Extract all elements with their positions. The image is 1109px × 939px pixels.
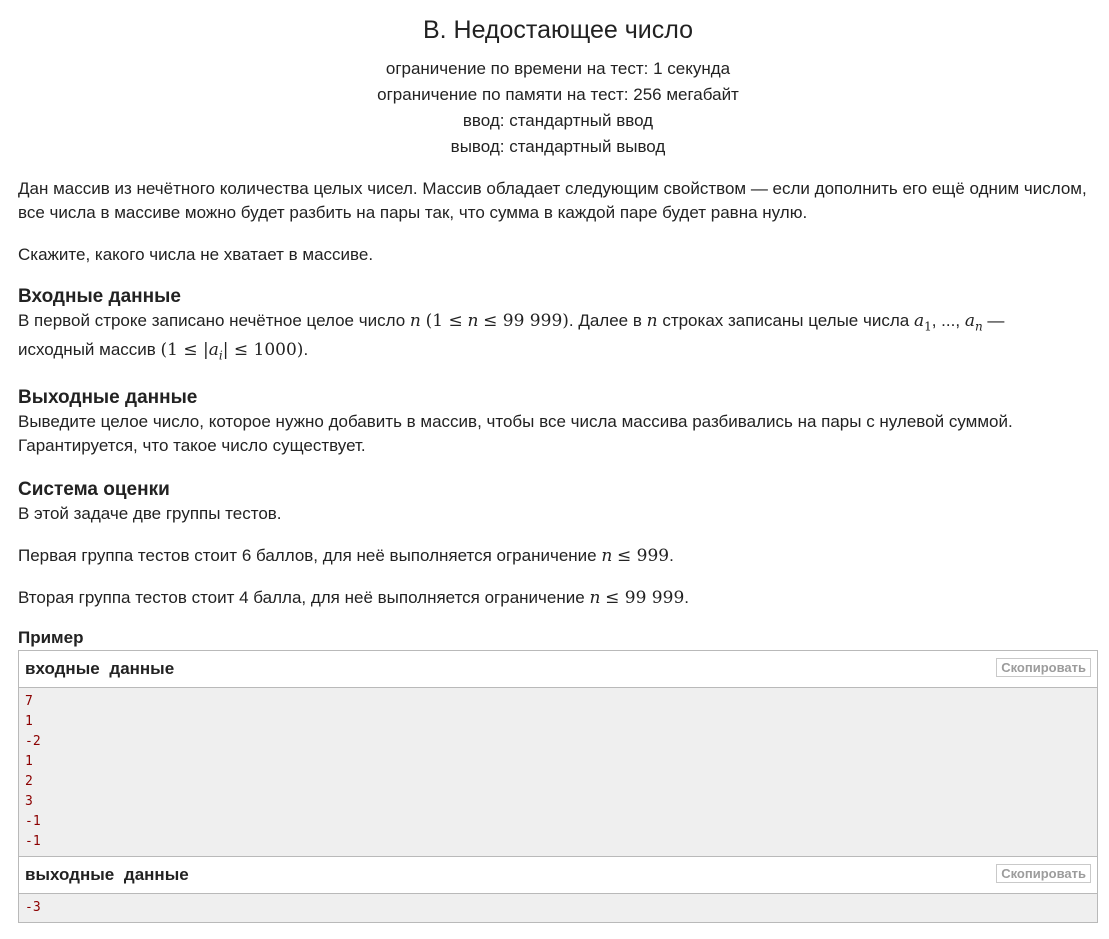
input-text-part: В первой строке записано нечётное целое … [18,311,406,330]
sample-input-label: входные данные [25,658,175,678]
sample-input-line: -1 [25,813,41,829]
input-text-part: . Далее в [568,311,642,330]
math-var: n [589,587,601,608]
math-var: n [601,545,613,566]
scoring-paragraph-1: В этой задаче две группы тестов. [18,503,282,523]
scoring-text: Первая группа тестов стоит 6 баллов, для… [18,545,597,565]
memory-limit: ограничение по памяти на тест: 256 мегаб… [377,85,739,104]
math-constraint: ≤ 99 999) [483,311,569,331]
sample-input-header: входные данные Скопировать [19,650,1097,688]
sample-output-line: -3 [25,899,41,915]
math-subscript: n [974,319,983,334]
scoring-text: . [669,545,674,565]
math-subscript: 1 [924,319,932,334]
sample-input-line: -2 [25,733,41,749]
scoring-section-title: Система оценки [18,478,170,500]
input-file: ввод: стандартный ввод [462,111,654,130]
input-text-part: исходный массив [18,340,156,360]
sample-input-line: 1 [25,753,33,769]
math-constraint: (1 ≤ [425,311,463,331]
example-title: Пример [18,627,84,647]
math-constraint: | ≤ 1000) [222,340,304,361]
input-section-title: Входные данные [18,286,181,307]
math-var: n [409,311,421,331]
sample-input-line: 2 [25,773,33,789]
sample-input-line: -1 [25,833,41,849]
input-text-part: — [982,311,1005,330]
sample-output-header: выходные данные Скопировать [19,855,1097,894]
input-text-part: . [303,340,309,360]
copy-output-button[interactable]: Скопировать [996,863,1091,883]
sample-output-label: выходные данные [25,864,189,884]
problem-header: B. Недостающее число ограничение по врем… [18,0,1098,160]
time-limit: ограничение по времени на тест: 1 секунд… [385,59,731,78]
sample-input-line: 7 [25,693,33,709]
scoring-text: Вторая группа тестов стоит 4 балла, для … [18,587,585,607]
copy-input-button[interactable]: Скопировать [996,657,1091,677]
math-var: a [913,311,925,331]
math-var: a [964,311,975,331]
sample-output-body[interactable]: -3 [19,893,1097,922]
input-text-part: строках записаны целые числа [662,311,910,330]
sample-input-line: 3 [25,793,33,809]
math-var: a [208,340,219,361]
problem-title: B. Недостающее число [422,16,694,44]
scoring-paragraph-3: Вторая группа тестов стоит 4 балла, для … [18,586,1098,610]
math-constraint: ≤ 999 [617,545,670,566]
input-text-part: , ..., [931,311,961,330]
math-var: n [467,311,479,331]
legend-paragraph-1: Дан массив из нечётного количества целых… [18,179,1087,222]
legend-paragraph-2: Скажите, какого числа не хватает в масси… [18,245,374,264]
math-var: n [646,311,658,331]
math-constraint: (1 ≤ | [160,340,209,361]
output-section-text: Выведите целое число, которое нужно доба… [18,411,1013,455]
output-section-title: Выходные данные [18,386,198,408]
output-file: вывод: стандартный вывод [450,137,666,156]
sample-box: входные данные Скопировать 7 1 -2 1 2 3 … [18,649,1098,923]
problem-page: B. Недостающее число ограничение по врем… [0,0,1109,923]
input-section-text: В первой строке записано нечётное целое … [18,309,1098,368]
scoring-paragraph-2: Первая группа тестов стоит 6 баллов, для… [18,544,1098,568]
sample-input-line: 1 [25,713,33,729]
sample-input-body[interactable]: 7 1 -2 1 2 3 -1 -1 [19,687,1097,856]
scoring-text: . [684,587,689,607]
math-constraint: ≤ 99 999 [605,587,685,608]
problem-limits: ограничение по времени на тест: 1 секунд… [18,56,1098,160]
